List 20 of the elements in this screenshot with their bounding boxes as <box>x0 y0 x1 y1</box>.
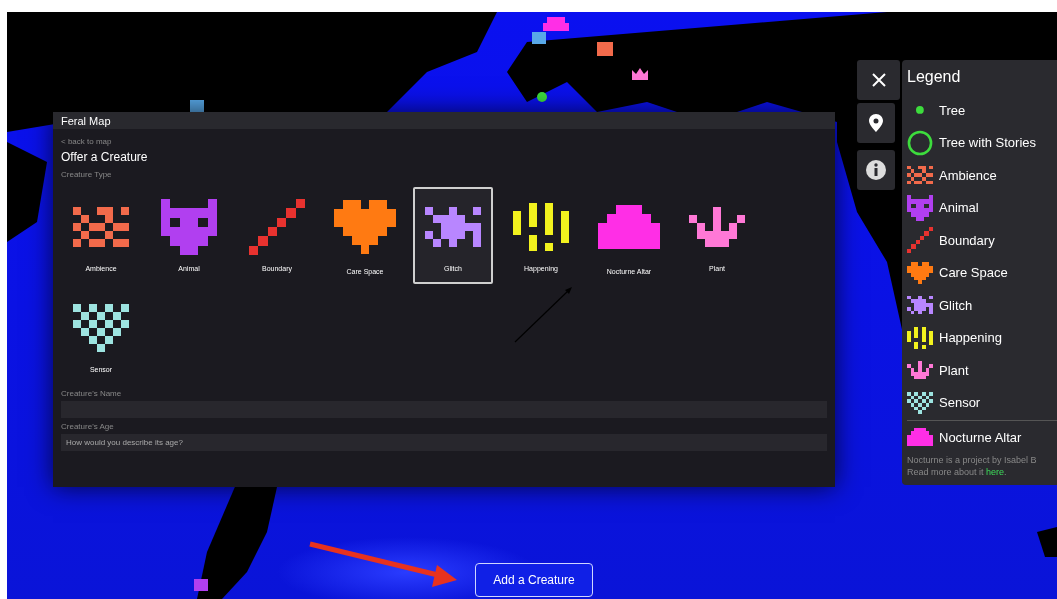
legend-label: Sensor <box>939 395 981 411</box>
field-label: Creature's Name <box>61 389 122 398</box>
field-label: Creature's Age <box>61 422 114 431</box>
legend-label: Care Space <box>939 265 1008 281</box>
legend-label: Nocturne Altar <box>939 429 1022 445</box>
legend-label: Happening <box>939 330 1002 346</box>
legend-label: Boundary <box>939 232 995 248</box>
credit-text: Nocturne is a project by Isabel B <box>907 453 1038 466</box>
read-more-text: Read more about it here. <box>907 465 1008 478</box>
pointer-line <box>514 287 572 343</box>
legend-label: Plant <box>939 362 969 378</box>
info-button[interactable] <box>857 150 895 190</box>
input-field[interactable]: How would you describe its age? <box>61 434 827 451</box>
info-icon <box>866 160 886 180</box>
legend-label: Ambience <box>939 167 997 183</box>
field-label: Creature Type <box>61 170 112 179</box>
modal-heading: Offer a Creature <box>61 150 148 164</box>
legend-label: Glitch <box>939 297 973 313</box>
legend-label: Animal <box>939 200 979 216</box>
add-creature-button[interactable]: Add a Creature <box>475 563 593 597</box>
